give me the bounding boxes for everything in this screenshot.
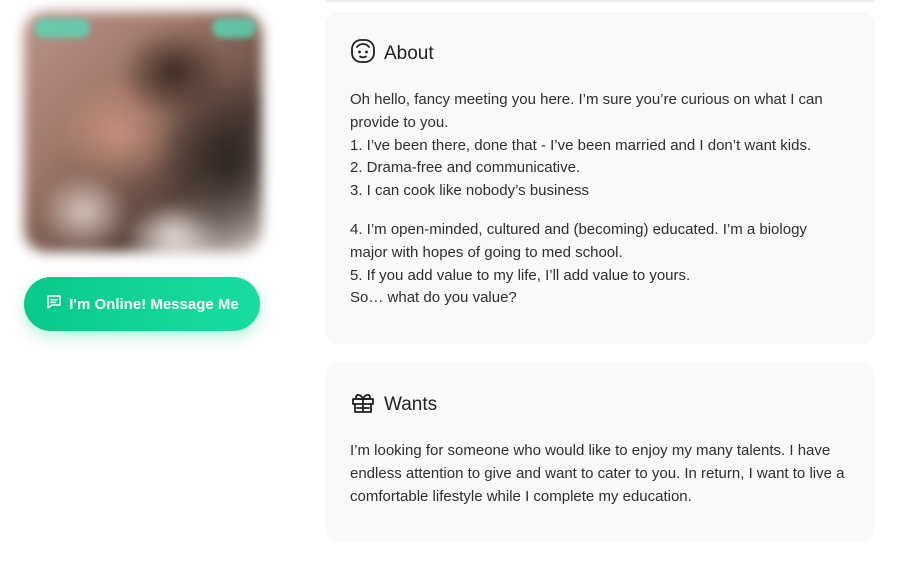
chat-bubble-icon xyxy=(45,293,63,315)
about-line: 3. I can cook like nobody’s business xyxy=(350,182,590,200)
about-title: About xyxy=(384,42,434,64)
gift-icon xyxy=(350,389,376,420)
about-line: Oh hello, fancy meeting you here. I’m su… xyxy=(350,91,823,108)
wants-line: comfortable lifestyle while I complete m… xyxy=(350,487,692,505)
about-line: major with hopes of going to med school. xyxy=(350,243,623,261)
photo-badge-left xyxy=(34,18,90,38)
face-icon xyxy=(350,38,376,69)
wants-line: I’m looking for someone who would like t… xyxy=(350,442,831,459)
message-me-label: I'm Online! Message Me xyxy=(69,295,239,313)
wants-paragraph: I’m looking for someone who would like t… xyxy=(350,440,850,508)
wants-header: Wants xyxy=(350,389,850,420)
photo-badge-right xyxy=(212,18,256,38)
top-divider xyxy=(325,0,875,2)
profile-photo[interactable] xyxy=(24,12,262,252)
about-line: 5. If you add value to my life, I’ll add… xyxy=(350,266,691,284)
about-header: About xyxy=(350,38,850,69)
about-line: 1. I’ve been there, done that - I’ve bee… xyxy=(350,136,812,154)
wants-title: Wants xyxy=(384,393,438,415)
about-paragraph-1: Oh hello, fancy meeting you here. I’m su… xyxy=(350,89,850,203)
about-paragraph-2: 4. I’m open-minded, cultured and (becomi… xyxy=(350,219,850,310)
about-line: 2. Drama-free and communicative. xyxy=(350,159,581,177)
wants-card: Wants I’m looking for someone who would … xyxy=(325,363,875,541)
about-line: 4. I’m open-minded, cultured and (becomi… xyxy=(350,220,807,238)
about-line: provide to you. xyxy=(350,113,449,131)
message-me-button[interactable]: I'm Online! Message Me xyxy=(24,277,260,331)
wants-line: endless attention to give and want to ca… xyxy=(350,464,845,482)
about-line: So… what do you value? xyxy=(350,289,517,307)
about-card: About Oh hello, fancy meeting you here. … xyxy=(325,12,875,344)
